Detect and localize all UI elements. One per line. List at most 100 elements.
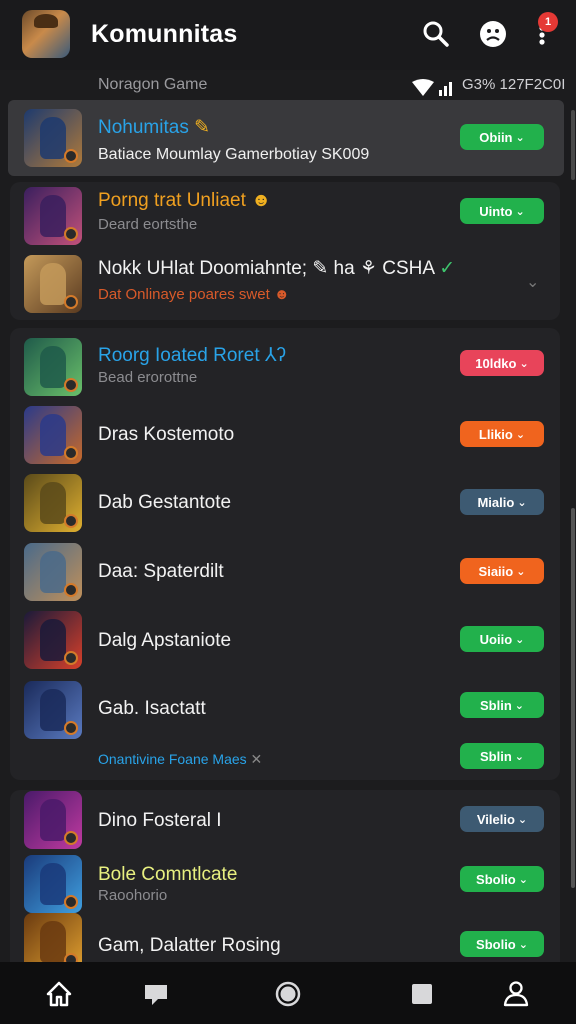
- chevron-down-icon: ⌄: [517, 813, 528, 826]
- chat-icon[interactable]: [142, 980, 170, 1008]
- list-item-title-text: Nohumitas: [98, 117, 189, 138]
- character-figure: [40, 921, 66, 963]
- status-button-label: 10ldko: [475, 355, 517, 371]
- list-item-title-text: Roorg Ioated Roret ⅄ʔ: [98, 345, 286, 366]
- badge-icon: [64, 895, 78, 909]
- list-item-subtitle: Bead erorottne: [98, 369, 198, 386]
- status-button[interactable]: Vilelio ⌄: [460, 806, 544, 832]
- profile-icon[interactable]: [502, 980, 530, 1008]
- title-badge-icon[interactable]: ✕: [247, 751, 263, 767]
- list-item-title-text: Dab Gestantote: [98, 492, 232, 513]
- status-button-label: Sblin: [480, 748, 512, 764]
- list-item-title: Onantivine Foane Maes ✕: [98, 751, 262, 768]
- badge-icon: [64, 721, 78, 735]
- list-item-title: Daa: Spaterdilt: [98, 561, 224, 583]
- list-item-title: Gam, Dalatter Rosing: [98, 935, 281, 957]
- badge-icon: [64, 295, 78, 309]
- list-item-title: Nokk UHlat Doomiahnte; ✎ ha ⚘ CSHA ✓: [98, 257, 455, 280]
- title-badge-icon: ✓: [434, 258, 456, 279]
- status-button-label: Sbolio: [476, 936, 516, 952]
- app-avatar[interactable]: [22, 10, 70, 58]
- circle-icon[interactable]: [274, 980, 302, 1008]
- game-thumbnail[interactable]: [24, 406, 82, 464]
- list-item-title: Dab Gestantote: [98, 492, 231, 514]
- chevron-down-icon: ⌄: [515, 205, 525, 218]
- character-figure: [40, 619, 66, 661]
- chevron-down-icon: ⌄: [518, 938, 528, 951]
- scrollbar-top[interactable]: [571, 110, 575, 180]
- chevron-down-icon: ⌄: [519, 357, 529, 370]
- expand-chevron-icon[interactable]: ⌄: [526, 272, 539, 292]
- game-thumbnail[interactable]: [24, 187, 82, 245]
- list-item-title: Dalg Apstaniote: [98, 630, 231, 652]
- status-button[interactable]: Uinto ⌄: [460, 198, 544, 224]
- game-thumbnail[interactable]: [24, 338, 82, 396]
- status-button[interactable]: Siaiio ⌄: [460, 558, 544, 584]
- list-item-title: Roorg Ioated Roret ⅄ʔ: [98, 344, 286, 367]
- game-thumbnail[interactable]: [24, 611, 82, 669]
- status-button-label: Uinto: [479, 203, 513, 219]
- status-button-label: Sbolio: [476, 871, 516, 887]
- game-thumbnail[interactable]: [24, 855, 82, 913]
- status-button-label: Siaiio: [478, 563, 514, 579]
- list-item-title: Nohumitas ✎: [98, 116, 210, 139]
- list-item-title-text: Onantivine Foane Maes: [98, 751, 247, 767]
- top-app-bar: Komunnitas 1: [0, 0, 576, 70]
- status-line: Noragon Game G3% 127F2C0I: [0, 72, 576, 100]
- character-figure: [40, 551, 66, 593]
- list-item-title: Dino Fosteral I: [98, 810, 222, 832]
- square-icon[interactable]: [408, 980, 436, 1008]
- status-button[interactable]: Sblin ⌄: [460, 692, 544, 718]
- chevron-down-icon: ⌄: [515, 633, 525, 646]
- status-button[interactable]: 10ldko ⌄: [460, 350, 544, 376]
- list-item-subtitle: Raoohorio: [98, 887, 168, 904]
- chevron-down-icon: ⌄: [518, 873, 528, 886]
- search-icon[interactable]: [422, 20, 450, 48]
- character-figure: [40, 195, 66, 237]
- status-button[interactable]: Uoiio ⌄: [460, 626, 544, 652]
- game-thumbnail[interactable]: [24, 681, 82, 739]
- status-button[interactable]: Obiin ⌄: [460, 124, 544, 150]
- status-button[interactable]: Llikio ⌄: [460, 421, 544, 447]
- status-button-label: Vilelio: [476, 811, 515, 827]
- status-button-label: Mialio: [477, 494, 515, 510]
- character-figure: [40, 689, 66, 731]
- badge-icon: [64, 227, 78, 241]
- status-button-label: Llikio: [478, 426, 513, 442]
- list-item-title-text: Daa: Spaterdilt: [98, 561, 224, 582]
- game-thumbnail[interactable]: [24, 255, 82, 313]
- chevron-down-icon: ⌄: [515, 131, 525, 144]
- title-badge-icon: ✎: [188, 117, 211, 138]
- chevron-down-icon: ⌄: [514, 699, 524, 712]
- game-thumbnail[interactable]: [24, 791, 82, 849]
- home-icon[interactable]: [45, 980, 73, 1008]
- list-item-subtitle: Batiace Moumlay Gamerbotiay SK009: [98, 146, 370, 163]
- chevron-down-icon: ⌄: [514, 750, 524, 763]
- status-button[interactable]: Mialio ⌄: [460, 489, 544, 515]
- chevron-down-icon: ⌄: [515, 428, 526, 441]
- badge-icon: [64, 651, 78, 665]
- status-button[interactable]: Sbolio ⌄: [460, 866, 544, 892]
- badge-icon: [64, 446, 78, 460]
- scrollbar[interactable]: [571, 508, 575, 888]
- badge-icon: [64, 831, 78, 845]
- badge-icon: [64, 149, 78, 163]
- signal-icon: [412, 79, 452, 96]
- status-button[interactable]: Sblin ⌄: [460, 743, 544, 769]
- list-item-subtitle: Deard eortsthe: [98, 216, 198, 233]
- badge-icon: [64, 514, 78, 528]
- status-button[interactable]: Sbolio ⌄: [460, 931, 544, 957]
- face-icon[interactable]: [479, 20, 507, 48]
- list-item-title-text: Porng trat Unliaet: [98, 190, 246, 211]
- character-figure: [40, 863, 66, 905]
- character-figure: [40, 263, 66, 305]
- badge-icon: [64, 378, 78, 392]
- status-button-label: Sblin: [480, 697, 512, 713]
- character-figure: [40, 799, 66, 841]
- game-thumbnail[interactable]: [24, 474, 82, 532]
- list-item-title-text: Dras Kostemoto: [98, 424, 235, 445]
- game-thumbnail[interactable]: [24, 109, 82, 167]
- game-thumbnail[interactable]: [24, 543, 82, 601]
- status-button-label: Uoiio: [479, 631, 513, 647]
- list-item-subtitle: Dat Onlinaye poares swet ☻: [98, 286, 290, 303]
